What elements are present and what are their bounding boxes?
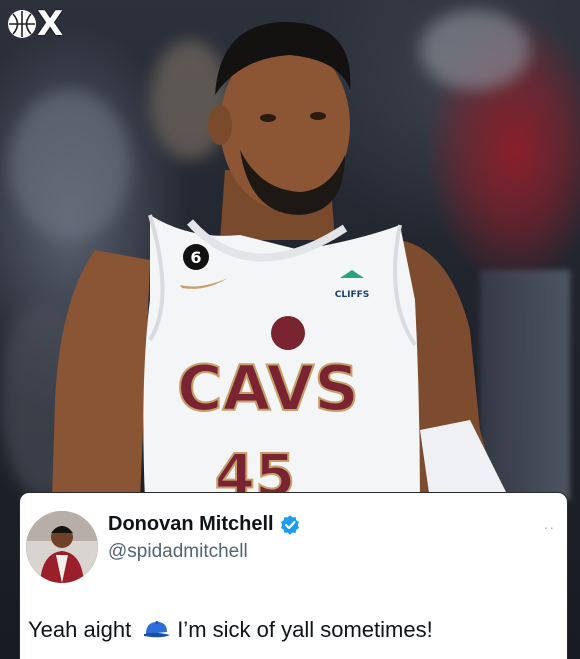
tweet-text-part-1: Yeah aight (28, 617, 132, 642)
basketball-icon (8, 10, 36, 38)
avatar[interactable] (26, 511, 98, 583)
tweet-text-part-2: I’m sick of yall sometimes! (177, 617, 433, 642)
author-name-row: Donovan Mitchell (108, 513, 300, 536)
tweet-card[interactable]: Donovan Mitchell @spidadmitchell ·· Yeah… (19, 492, 568, 659)
brand-logo-text: X (37, 4, 64, 44)
blue-cap-icon (141, 619, 171, 641)
display-name[interactable]: Donovan Mitchell (108, 513, 274, 536)
sponsor-text: CLIFFS (335, 290, 369, 300)
handle[interactable]: @spidadmitchell (108, 541, 248, 563)
jersey-patch-number: 6 (190, 248, 201, 267)
jersey-team-text: CAVS (177, 352, 359, 425)
tweet-text: Yeah aight I’m sick of yall sometimes! (28, 617, 433, 643)
more-icon[interactable]: ·· (544, 519, 555, 535)
brand-logo: X (8, 4, 78, 44)
verified-badge-icon (280, 514, 300, 535)
